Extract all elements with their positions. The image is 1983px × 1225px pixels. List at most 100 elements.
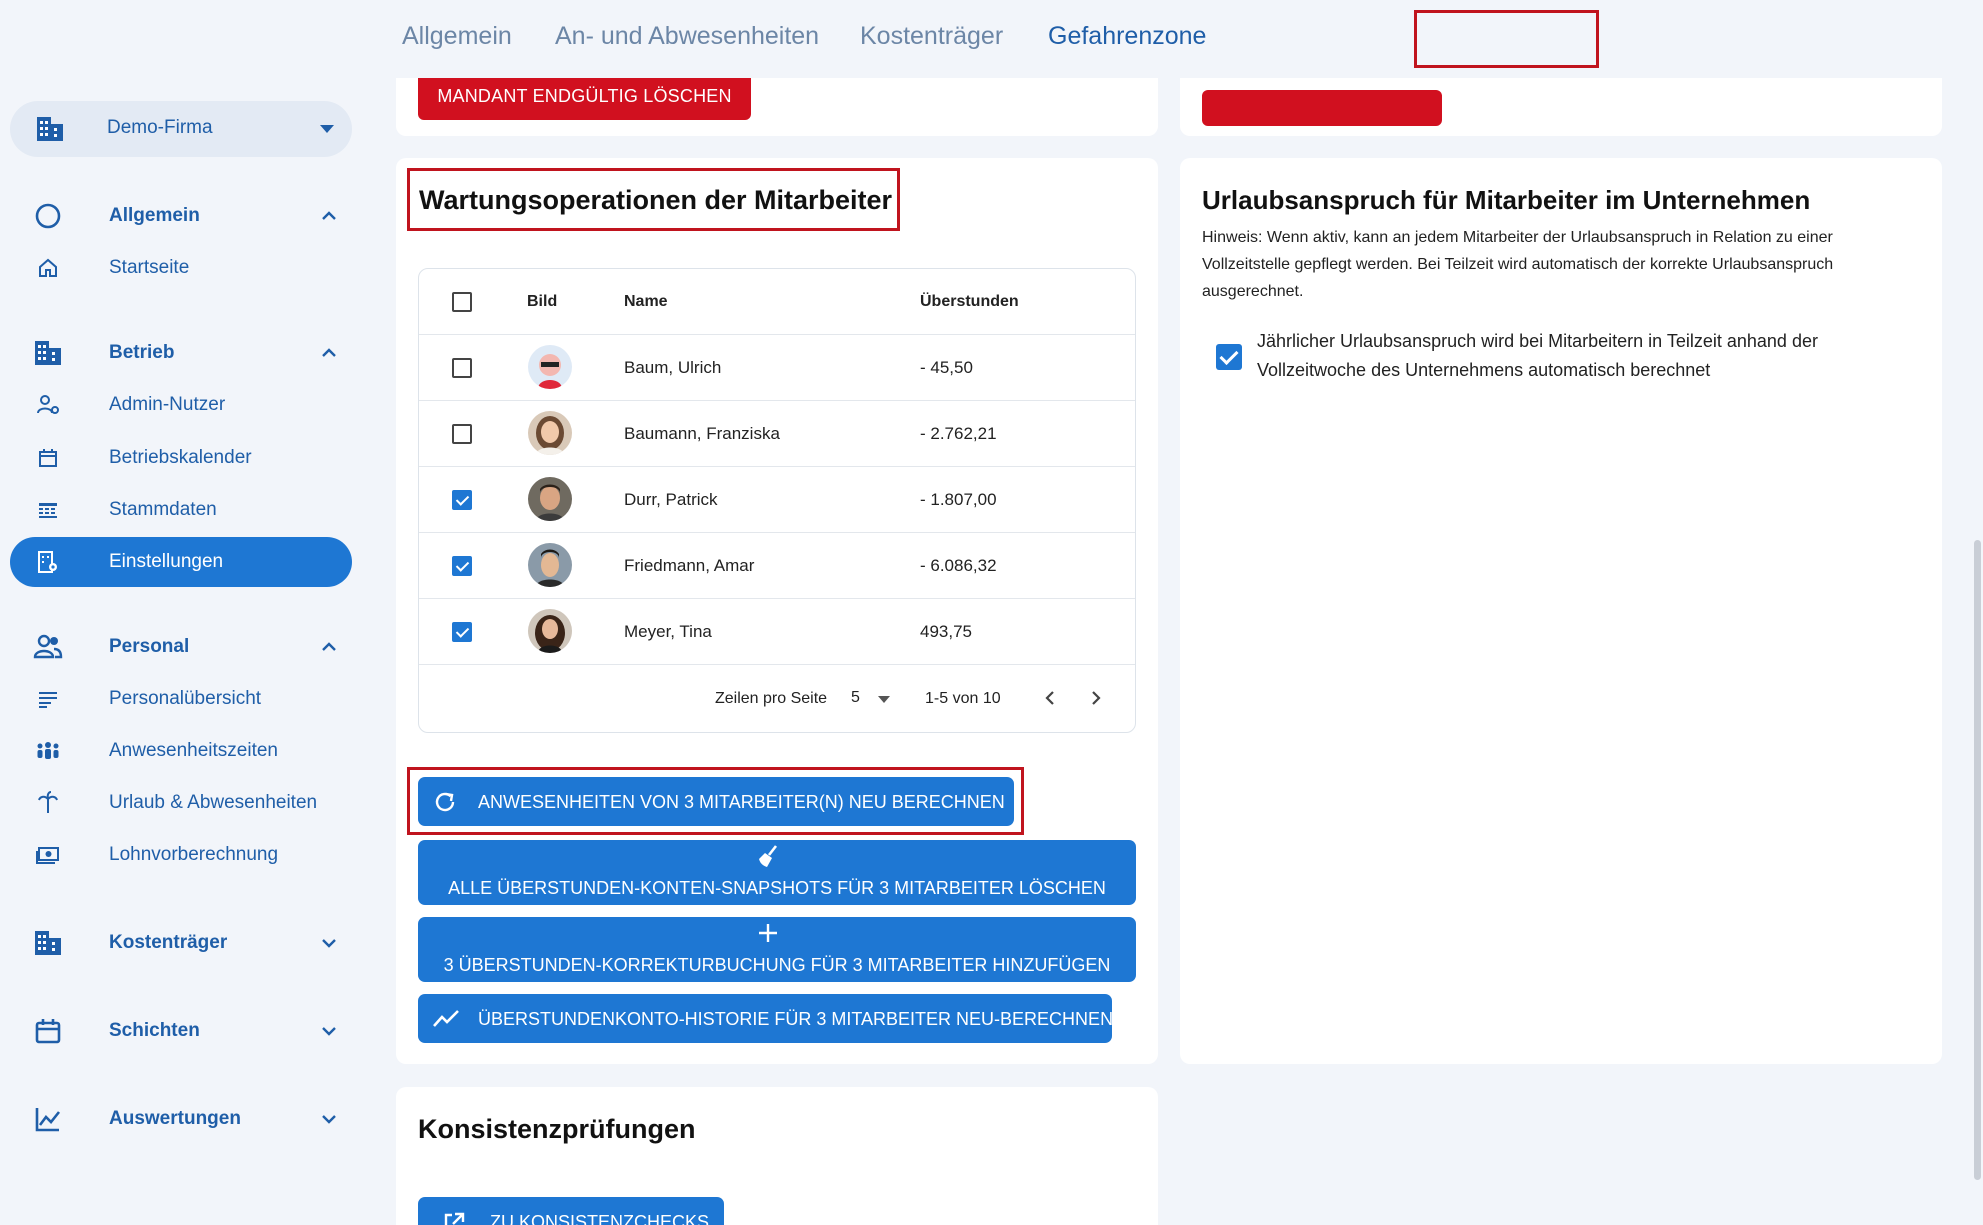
sidebar-item-einstellungen[interactable]: Einstellungen: [10, 537, 352, 587]
chevron-up-icon: [320, 207, 338, 225]
table-row[interactable]: Baumann, Franziska - 2.762,21: [419, 401, 1135, 467]
delete-tenant-button[interactable]: MANDANT ENDGÜLTIG LÖSCHEN: [418, 72, 751, 120]
table-row[interactable]: Meyer, Tina 493,75: [419, 599, 1135, 665]
money-icon: [33, 840, 63, 870]
sidebar: Demo-Firma Allgemein Startseite Betrieb …: [0, 0, 370, 1225]
avatar: [528, 411, 572, 455]
employee-overtime: - 2.762,21: [920, 424, 997, 443]
calendar-icon: [33, 443, 63, 473]
company-selector[interactable]: Demo-Firma: [10, 101, 352, 157]
rows-per-page-select[interactable]: 5: [851, 681, 901, 713]
chevron-down-icon: [320, 1022, 338, 1040]
tab-kostentraeger[interactable]: Kostenträger: [860, 22, 1003, 51]
sidebar-item-lohnvorberechnung[interactable]: Lohnvorberechnung: [10, 830, 352, 880]
broom-icon: [755, 844, 781, 870]
recalculate-history-button[interactable]: ÜBERSTUNDENKONTO-HISTORIE FÜR 3 MITARBEI…: [418, 994, 1114, 1043]
sidebar-item-label: Betriebskalender: [109, 447, 252, 468]
tab-gefahrenzone[interactable]: Gefahrenzone: [1048, 22, 1206, 51]
chevron-up-icon: [320, 638, 338, 656]
consistency-check-label: ZU KONSISTENZCHECKS: [490, 1212, 710, 1225]
rows-per-page-label: Zeilen pro Seite: [715, 690, 828, 707]
sidebar-item-label: Startseite: [109, 257, 190, 278]
avatar: [528, 543, 572, 587]
sidebar-item-label: Personalübersicht: [109, 688, 262, 709]
tab-allgemein[interactable]: Allgemein: [402, 22, 512, 51]
sidebar-item-stammdaten[interactable]: Stammdaten: [10, 485, 352, 535]
add-correction-button[interactable]: 3 ÜBERSTUNDEN-KORREKTURBUCHUNG FÜR 3 MIT…: [418, 917, 1136, 982]
employee-overtime: 493,75: [920, 622, 972, 641]
next-page-icon[interactable]: [1085, 687, 1107, 709]
table-row[interactable]: Durr, Patrick - 1.807,00: [419, 467, 1135, 533]
scrollbar[interactable]: [1974, 540, 1981, 1180]
vacation-title: Urlaubsanspruch für Mitarbeiter im Unter…: [1202, 185, 1811, 215]
select-all-checkbox[interactable]: [452, 292, 472, 312]
row-checkbox[interactable]: [452, 358, 472, 378]
sidebar-group-allgemein[interactable]: Allgemein: [10, 191, 352, 241]
sidebar-group-schichten[interactable]: Schichten: [10, 1006, 352, 1056]
sidebar-group-label: Kostenträger: [109, 932, 228, 953]
circle-icon: [33, 201, 63, 231]
table-row[interactable]: Baum, Ulrich - 45,50: [419, 335, 1135, 401]
previous-page-icon[interactable]: [1039, 687, 1061, 709]
sidebar-item-personaluebersicht[interactable]: Personalübersicht: [10, 674, 352, 724]
tab-an-abwesenheiten[interactable]: An- und Abwesenheiten: [555, 22, 819, 51]
sidebar-group-label: Auswertungen: [109, 1108, 241, 1129]
settings-building-icon: [33, 547, 63, 577]
recalculate-attendance-button[interactable]: ANWESENHEITEN VON 3 MITARBEITER(N) NEU B…: [418, 777, 1014, 826]
sidebar-group-label: Betrieb: [109, 342, 175, 363]
row-checkbox[interactable]: [452, 622, 472, 642]
column-header: Name: [624, 293, 668, 310]
employee-overtime: - 1.807,00: [920, 490, 997, 509]
chevron-down-icon: [320, 934, 338, 952]
sidebar-group-label: Personal: [109, 636, 190, 657]
vacation-checkbox[interactable]: [1216, 344, 1242, 370]
row-checkbox[interactable]: [452, 424, 472, 444]
pagination-range: 1-5 von 10: [925, 690, 1001, 707]
delete-snapshots-button[interactable]: ALLE ÜBERSTUNDEN-KONTEN-SNAPSHOTS FÜR 3 …: [418, 840, 1136, 905]
consistency-check-button[interactable]: ZU KONSISTENZCHECKS: [418, 1197, 724, 1225]
building-icon: [33, 928, 63, 958]
sidebar-item-label: Urlaub & Abwesenheiten: [109, 792, 318, 813]
sidebar-group-betrieb[interactable]: Betrieb: [10, 328, 352, 378]
sidebar-group-label: Allgemein: [109, 205, 200, 226]
building-icon: [34, 113, 66, 145]
danger-button[interactable]: [1202, 90, 1442, 126]
employee-name: Friedmann, Amar: [624, 556, 755, 575]
admin-user-icon: [33, 390, 63, 420]
chevron-down-icon: [320, 1110, 338, 1128]
vacation-checkbox-label: Jährlicher Urlaubsanspruch wird bei Mita…: [1257, 331, 1818, 380]
sidebar-group-auswertungen[interactable]: Auswertungen: [10, 1094, 352, 1144]
sidebar-item-label: Anwesenheitszeiten: [109, 740, 278, 761]
table-row[interactable]: Friedmann, Amar - 6.086,32: [419, 533, 1135, 599]
table-header: Bild Name Überstunden: [419, 269, 1135, 335]
recalculate-attendance-label: ANWESENHEITEN VON 3 MITARBEITER(N) NEU B…: [478, 792, 1005, 812]
sidebar-item-anwesenheitszeiten[interactable]: Anwesenheitszeiten: [10, 726, 352, 776]
highlight-box: [1414, 10, 1599, 68]
sidebar-item-label: Einstellungen: [109, 551, 224, 572]
row-checkbox[interactable]: [452, 556, 472, 576]
recalculate-history-label: ÜBERSTUNDENKONTO-HISTORIE FÜR 3 MITARBEI…: [478, 1009, 1114, 1029]
home-icon: [33, 253, 63, 283]
column-header: Bild: [527, 293, 558, 310]
sidebar-group-label: Schichten: [109, 1020, 200, 1041]
row-checkbox[interactable]: [452, 490, 472, 510]
chart-line-icon: [33, 1104, 63, 1134]
sidebar-item-startseite[interactable]: Startseite: [10, 243, 352, 293]
sidebar-item-label: Admin-Nutzer: [109, 394, 226, 415]
palm-tree-icon: [33, 788, 63, 818]
master-data-icon: [33, 495, 63, 525]
sidebar-item-betriebskalender[interactable]: Betriebskalender: [10, 433, 352, 483]
sidebar-item-urlaub[interactable]: Urlaub & Abwesenheiten: [10, 778, 352, 828]
dropdown-caret-icon: [878, 696, 890, 703]
employee-name: Baum, Ulrich: [624, 358, 722, 377]
sidebar-group-personal[interactable]: Personal: [10, 622, 352, 672]
sidebar-item-label: Stammdaten: [109, 499, 217, 520]
employee-name: Meyer, Tina: [624, 622, 712, 641]
sidebar-group-kostentraeger[interactable]: Kostenträger: [10, 918, 352, 968]
rows-per-page-value: 5: [851, 689, 860, 706]
plus-icon: [756, 921, 780, 945]
building-icon: [33, 338, 63, 368]
sidebar-item-label: Lohnvorberechnung: [109, 844, 279, 865]
consistency-title: Konsistenzprüfungen: [418, 1114, 696, 1144]
sidebar-item-admin-nutzer[interactable]: Admin-Nutzer: [10, 380, 352, 430]
